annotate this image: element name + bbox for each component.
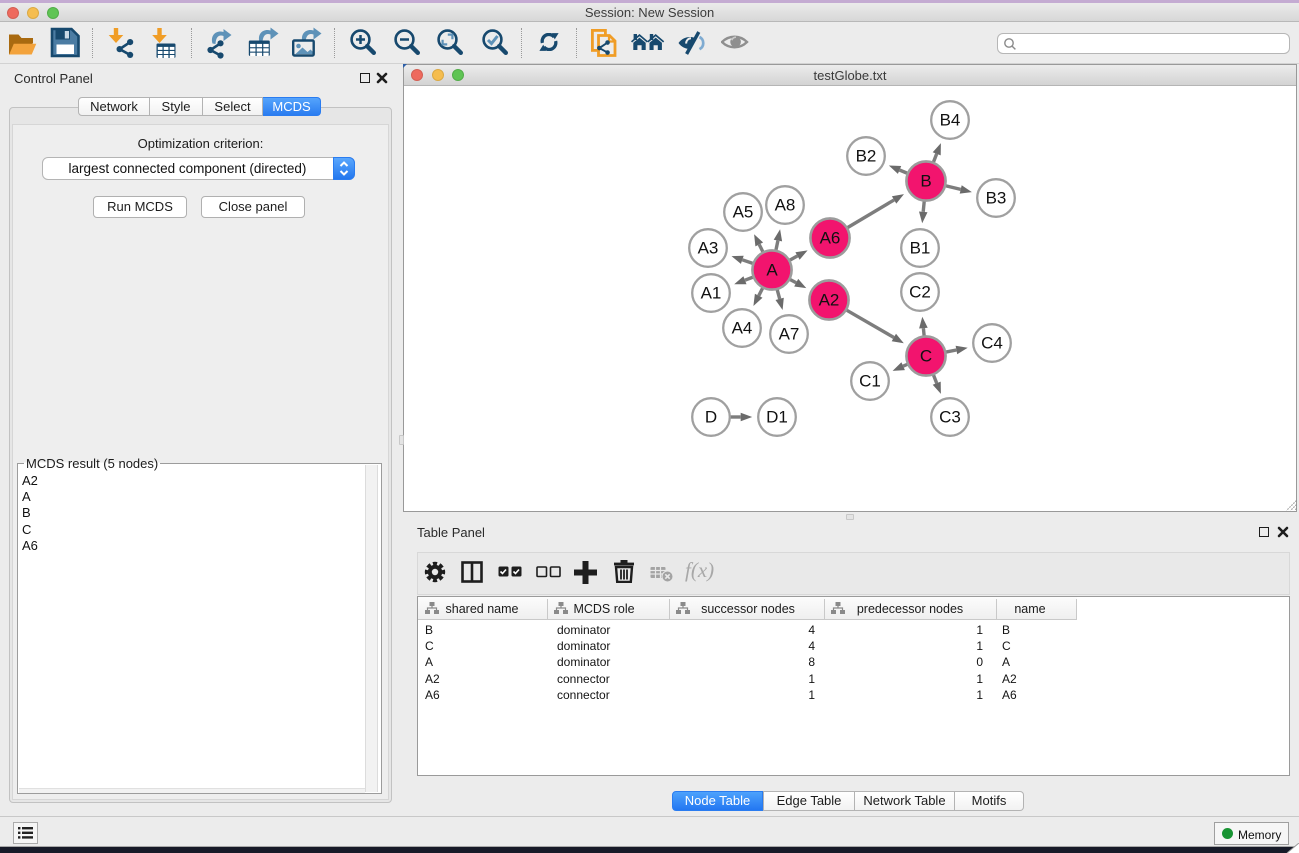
svg-text:A5: A5 <box>733 203 754 222</box>
svg-text:C1: C1 <box>859 372 881 391</box>
svg-text:A: A <box>766 261 778 280</box>
svg-text:C2: C2 <box>909 283 931 302</box>
svg-text:A1: A1 <box>701 284 722 303</box>
svg-text:B4: B4 <box>940 111 961 130</box>
svg-text:A8: A8 <box>775 196 796 215</box>
svg-text:C3: C3 <box>939 408 961 427</box>
svg-text:B2: B2 <box>856 147 877 166</box>
svg-text:D: D <box>705 408 717 427</box>
svg-text:A2: A2 <box>819 291 840 310</box>
svg-text:A3: A3 <box>698 239 719 258</box>
svg-text:B3: B3 <box>986 189 1007 208</box>
svg-text:C4: C4 <box>981 334 1003 353</box>
svg-text:D1: D1 <box>766 408 788 427</box>
svg-text:A6: A6 <box>820 229 841 248</box>
svg-text:C: C <box>920 347 932 366</box>
svg-text:B1: B1 <box>910 239 931 258</box>
svg-text:A7: A7 <box>779 325 800 344</box>
svg-text:B: B <box>920 172 931 191</box>
svg-text:A4: A4 <box>732 319 753 338</box>
